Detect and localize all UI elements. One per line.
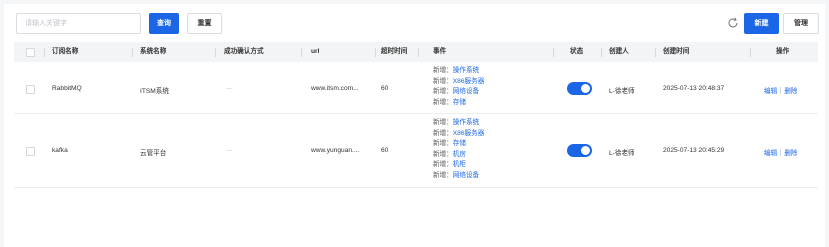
edit-link[interactable]: 编辑: [764, 150, 777, 157]
col-events: 事件: [433, 48, 447, 55]
event-link[interactable]: 网络设备: [453, 172, 479, 179]
column-divider: [132, 48, 133, 57]
edit-link[interactable]: 编辑: [764, 88, 777, 95]
confirm-method: —: [226, 147, 233, 154]
subscription-panel: 请输入关键字 查询 重置 新建 管理 订阅名称 系统名称 成功确认方式 url …: [4, 4, 825, 247]
delete-link[interactable]: 删除: [784, 88, 797, 95]
search-input[interactable]: 请输入关键字: [16, 13, 141, 34]
delete-link[interactable]: 删除: [784, 150, 797, 157]
row-actions: 编辑 删除: [764, 147, 797, 157]
table-header: 订阅名称 系统名称 成功确认方式 url 超时时间 事件 状态 创建人 创建时间…: [14, 42, 818, 62]
event-link[interactable]: X86服务器: [453, 78, 485, 85]
creator: L-徐老师: [609, 88, 635, 95]
event-item: 新增：机柜: [433, 161, 466, 168]
event-item: 新增：机房: [433, 150, 466, 158]
status-toggle[interactable]: [567, 82, 592, 95]
system-name: 云管平台: [140, 150, 167, 157]
subscription-name: RabbitMQ: [52, 85, 82, 92]
column-divider: [418, 48, 419, 57]
column-divider: [601, 48, 602, 57]
col-timeout: 超时时间: [381, 48, 408, 55]
event-item: 新增：操作系统: [433, 67, 480, 74]
column-divider: [215, 48, 216, 57]
event-item: 新增：网络设备: [433, 171, 480, 179]
column-divider: [750, 48, 751, 57]
event-link[interactable]: 存储: [453, 99, 466, 106]
system-name: ITSM系统: [140, 88, 169, 95]
table-row: RabbitMQ ITSM系统 — www.itsm.com... 60 新增：…: [14, 62, 818, 114]
event-list: 新增：操作系统 新增：X86服务器 新增：存储 新增：机房 新增：机柜 新增：网…: [433, 118, 484, 181]
reset-button[interactable]: 重置: [187, 13, 222, 34]
toggle-knob: [581, 84, 590, 93]
event-link[interactable]: 存储: [453, 140, 466, 147]
action-divider: [780, 87, 782, 94]
col-status: 状态: [570, 48, 584, 55]
event-list: 新增：操作系统 新增：X86服务器 新增：网络设备 新增：存储: [433, 66, 484, 108]
column-divider: [301, 48, 302, 57]
col-confirm-method: 成功确认方式: [224, 48, 264, 55]
event-item: 新增：存储: [433, 140, 466, 147]
column-divider: [44, 48, 45, 57]
col-url: url: [311, 48, 320, 55]
event-item: 新增：操作系统: [433, 119, 480, 126]
column-divider: [553, 48, 554, 57]
event-link[interactable]: 操作系统: [453, 119, 479, 126]
col-system-name: 系统名称: [140, 48, 167, 55]
col-actions: 操作: [776, 48, 790, 55]
creator: L-徐老师: [609, 150, 635, 157]
subscription-table: 订阅名称 系统名称 成功确认方式 url 超时时间 事件 状态 创建人 创建时间…: [14, 42, 818, 188]
column-divider: [375, 48, 376, 57]
row-actions: 编辑 删除: [764, 85, 797, 95]
event-item: 新增：网络设备: [433, 88, 480, 95]
event-link[interactable]: 机柜: [453, 161, 466, 168]
column-divider: [655, 48, 656, 57]
row-checkbox[interactable]: [26, 85, 35, 94]
toggle-knob: [581, 146, 590, 155]
status-toggle[interactable]: [567, 144, 592, 157]
query-button[interactable]: 查询: [149, 13, 179, 34]
toolbar: 请输入关键字 查询 重置 新建 管理: [4, 4, 825, 42]
url-value: www.itsm.com...: [311, 85, 359, 92]
confirm-method: —: [226, 85, 233, 92]
event-item: 新增：X86服务器: [433, 77, 485, 85]
select-all-checkbox[interactable]: [26, 48, 35, 57]
col-created-time: 创建时间: [663, 48, 690, 55]
manage-button[interactable]: 管理: [783, 13, 819, 34]
created-time: 2025-07-13 20:45:29: [663, 147, 725, 154]
event-item: 新增：存储: [433, 98, 466, 106]
event-link[interactable]: 网络设备: [453, 88, 479, 95]
timeout-value: 60: [381, 147, 389, 154]
table-row: kafka 云管平台 — www.yunguan.... 60 新增：操作系统 …: [14, 114, 818, 188]
action-divider: [780, 149, 782, 156]
event-link[interactable]: 机房: [453, 151, 466, 158]
col-subscription-name: 订阅名称: [52, 48, 79, 55]
url-value: www.yunguan....: [311, 147, 360, 154]
event-link[interactable]: X86服务器: [453, 130, 485, 137]
timeout-value: 60: [381, 85, 389, 92]
event-link[interactable]: 操作系统: [453, 67, 479, 74]
row-checkbox[interactable]: [26, 147, 35, 156]
new-button[interactable]: 新建: [744, 13, 779, 34]
event-item: 新增：X86服务器: [433, 129, 485, 137]
subscription-name: kafka: [52, 147, 68, 154]
created-time: 2025-07-13 20:48:37: [663, 85, 725, 92]
col-creator: 创建人: [609, 48, 629, 55]
refresh-icon[interactable]: [727, 17, 739, 29]
